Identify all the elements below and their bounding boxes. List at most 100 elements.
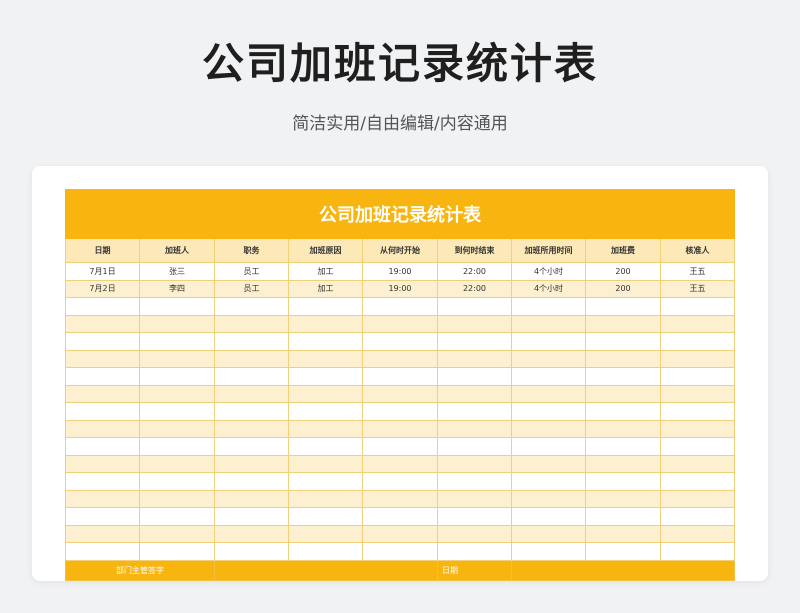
- table-cell[interactable]: [214, 437, 289, 456]
- table-cell[interactable]: [65, 472, 140, 491]
- table-cell[interactable]: 19:00: [362, 262, 438, 281]
- table-cell[interactable]: [362, 384, 438, 403]
- table-cell[interactable]: [139, 367, 215, 386]
- sign-field[interactable]: [214, 559, 438, 581]
- table-cell[interactable]: [65, 437, 140, 456]
- table-cell[interactable]: [288, 367, 363, 386]
- table-cell[interactable]: [511, 489, 586, 508]
- table-cell[interactable]: 19:00: [362, 279, 438, 298]
- table-cell[interactable]: [65, 419, 140, 438]
- table-cell[interactable]: [65, 367, 140, 386]
- table-cell[interactable]: [214, 297, 289, 316]
- table-cell[interactable]: [585, 367, 661, 386]
- table-cell[interactable]: [214, 472, 289, 491]
- table-cell[interactable]: [65, 297, 140, 316]
- table-cell[interactable]: [511, 349, 586, 368]
- table-cell[interactable]: [659, 384, 736, 403]
- table-cell[interactable]: [288, 419, 363, 438]
- table-cell[interactable]: 张三: [139, 262, 215, 281]
- table-cell[interactable]: [437, 332, 512, 351]
- table-cell[interactable]: [139, 419, 215, 438]
- table-cell[interactable]: [214, 419, 289, 438]
- table-cell[interactable]: [511, 419, 586, 438]
- table-cell[interactable]: [362, 524, 438, 543]
- table-cell[interactable]: [288, 542, 363, 561]
- table-cell[interactable]: 员工: [214, 279, 289, 298]
- table-cell[interactable]: [214, 349, 289, 368]
- table-cell[interactable]: [511, 542, 586, 561]
- table-cell[interactable]: [288, 384, 363, 403]
- table-cell[interactable]: [139, 489, 215, 508]
- table-cell[interactable]: [65, 524, 140, 543]
- table-cell[interactable]: [511, 472, 586, 491]
- table-cell[interactable]: [65, 314, 140, 333]
- table-cell[interactable]: [659, 489, 736, 508]
- table-cell[interactable]: [214, 454, 289, 473]
- table-cell[interactable]: [288, 489, 363, 508]
- table-cell[interactable]: [511, 332, 586, 351]
- table-cell[interactable]: [437, 454, 512, 473]
- table-cell[interactable]: [437, 524, 512, 543]
- table-cell[interactable]: [437, 507, 512, 526]
- table-cell[interactable]: [659, 419, 736, 438]
- table-cell[interactable]: [288, 454, 363, 473]
- table-cell[interactable]: [585, 454, 661, 473]
- table-cell[interactable]: [288, 297, 363, 316]
- table-cell[interactable]: 4个小时: [511, 262, 586, 281]
- table-cell[interactable]: [659, 332, 736, 351]
- table-cell[interactable]: [139, 454, 215, 473]
- table-cell[interactable]: [288, 402, 363, 421]
- table-cell[interactable]: [362, 542, 438, 561]
- table-cell[interactable]: [511, 297, 586, 316]
- table-cell[interactable]: [139, 402, 215, 421]
- table-cell[interactable]: [362, 332, 438, 351]
- table-cell[interactable]: [511, 437, 586, 456]
- table-cell[interactable]: [511, 314, 586, 333]
- table-cell[interactable]: [585, 524, 661, 543]
- table-cell[interactable]: [362, 297, 438, 316]
- table-cell[interactable]: [437, 297, 512, 316]
- table-cell[interactable]: 李四: [139, 279, 215, 298]
- table-cell[interactable]: [585, 437, 661, 456]
- table-cell[interactable]: [139, 297, 215, 316]
- table-cell[interactable]: [511, 454, 586, 473]
- table-cell[interactable]: [214, 489, 289, 508]
- table-cell[interactable]: [437, 542, 512, 561]
- table-cell[interactable]: [288, 349, 363, 368]
- table-cell[interactable]: [214, 384, 289, 403]
- table-cell[interactable]: [65, 332, 140, 351]
- table-cell[interactable]: [659, 542, 736, 561]
- table-cell[interactable]: [585, 507, 661, 526]
- table-cell[interactable]: 加工: [288, 262, 363, 281]
- table-cell[interactable]: [659, 437, 736, 456]
- table-cell[interactable]: 王五: [659, 279, 736, 298]
- table-cell[interactable]: [214, 542, 289, 561]
- table-cell[interactable]: [288, 524, 363, 543]
- table-cell[interactable]: [362, 489, 438, 508]
- table-cell[interactable]: [362, 314, 438, 333]
- date-field[interactable]: [510, 559, 736, 581]
- table-cell[interactable]: [139, 384, 215, 403]
- table-cell[interactable]: [139, 472, 215, 491]
- table-cell[interactable]: [288, 507, 363, 526]
- table-cell[interactable]: 王五: [659, 262, 736, 281]
- table-cell[interactable]: [437, 349, 512, 368]
- table-cell[interactable]: [214, 314, 289, 333]
- table-cell[interactable]: [585, 384, 661, 403]
- table-cell[interactable]: [362, 402, 438, 421]
- table-cell[interactable]: [288, 314, 363, 333]
- table-cell[interactable]: [511, 367, 586, 386]
- table-cell[interactable]: [511, 524, 586, 543]
- table-cell[interactable]: [139, 542, 215, 561]
- table-cell[interactable]: [659, 402, 736, 421]
- table-cell[interactable]: 7月2日: [65, 279, 140, 298]
- table-cell[interactable]: [585, 314, 661, 333]
- table-cell[interactable]: [585, 297, 661, 316]
- table-cell[interactable]: [437, 489, 512, 508]
- table-cell[interactable]: 加工: [288, 279, 363, 298]
- table-cell[interactable]: [65, 489, 140, 508]
- table-cell[interactable]: [511, 402, 586, 421]
- table-cell[interactable]: [585, 349, 661, 368]
- table-cell[interactable]: [659, 297, 736, 316]
- table-cell[interactable]: [65, 454, 140, 473]
